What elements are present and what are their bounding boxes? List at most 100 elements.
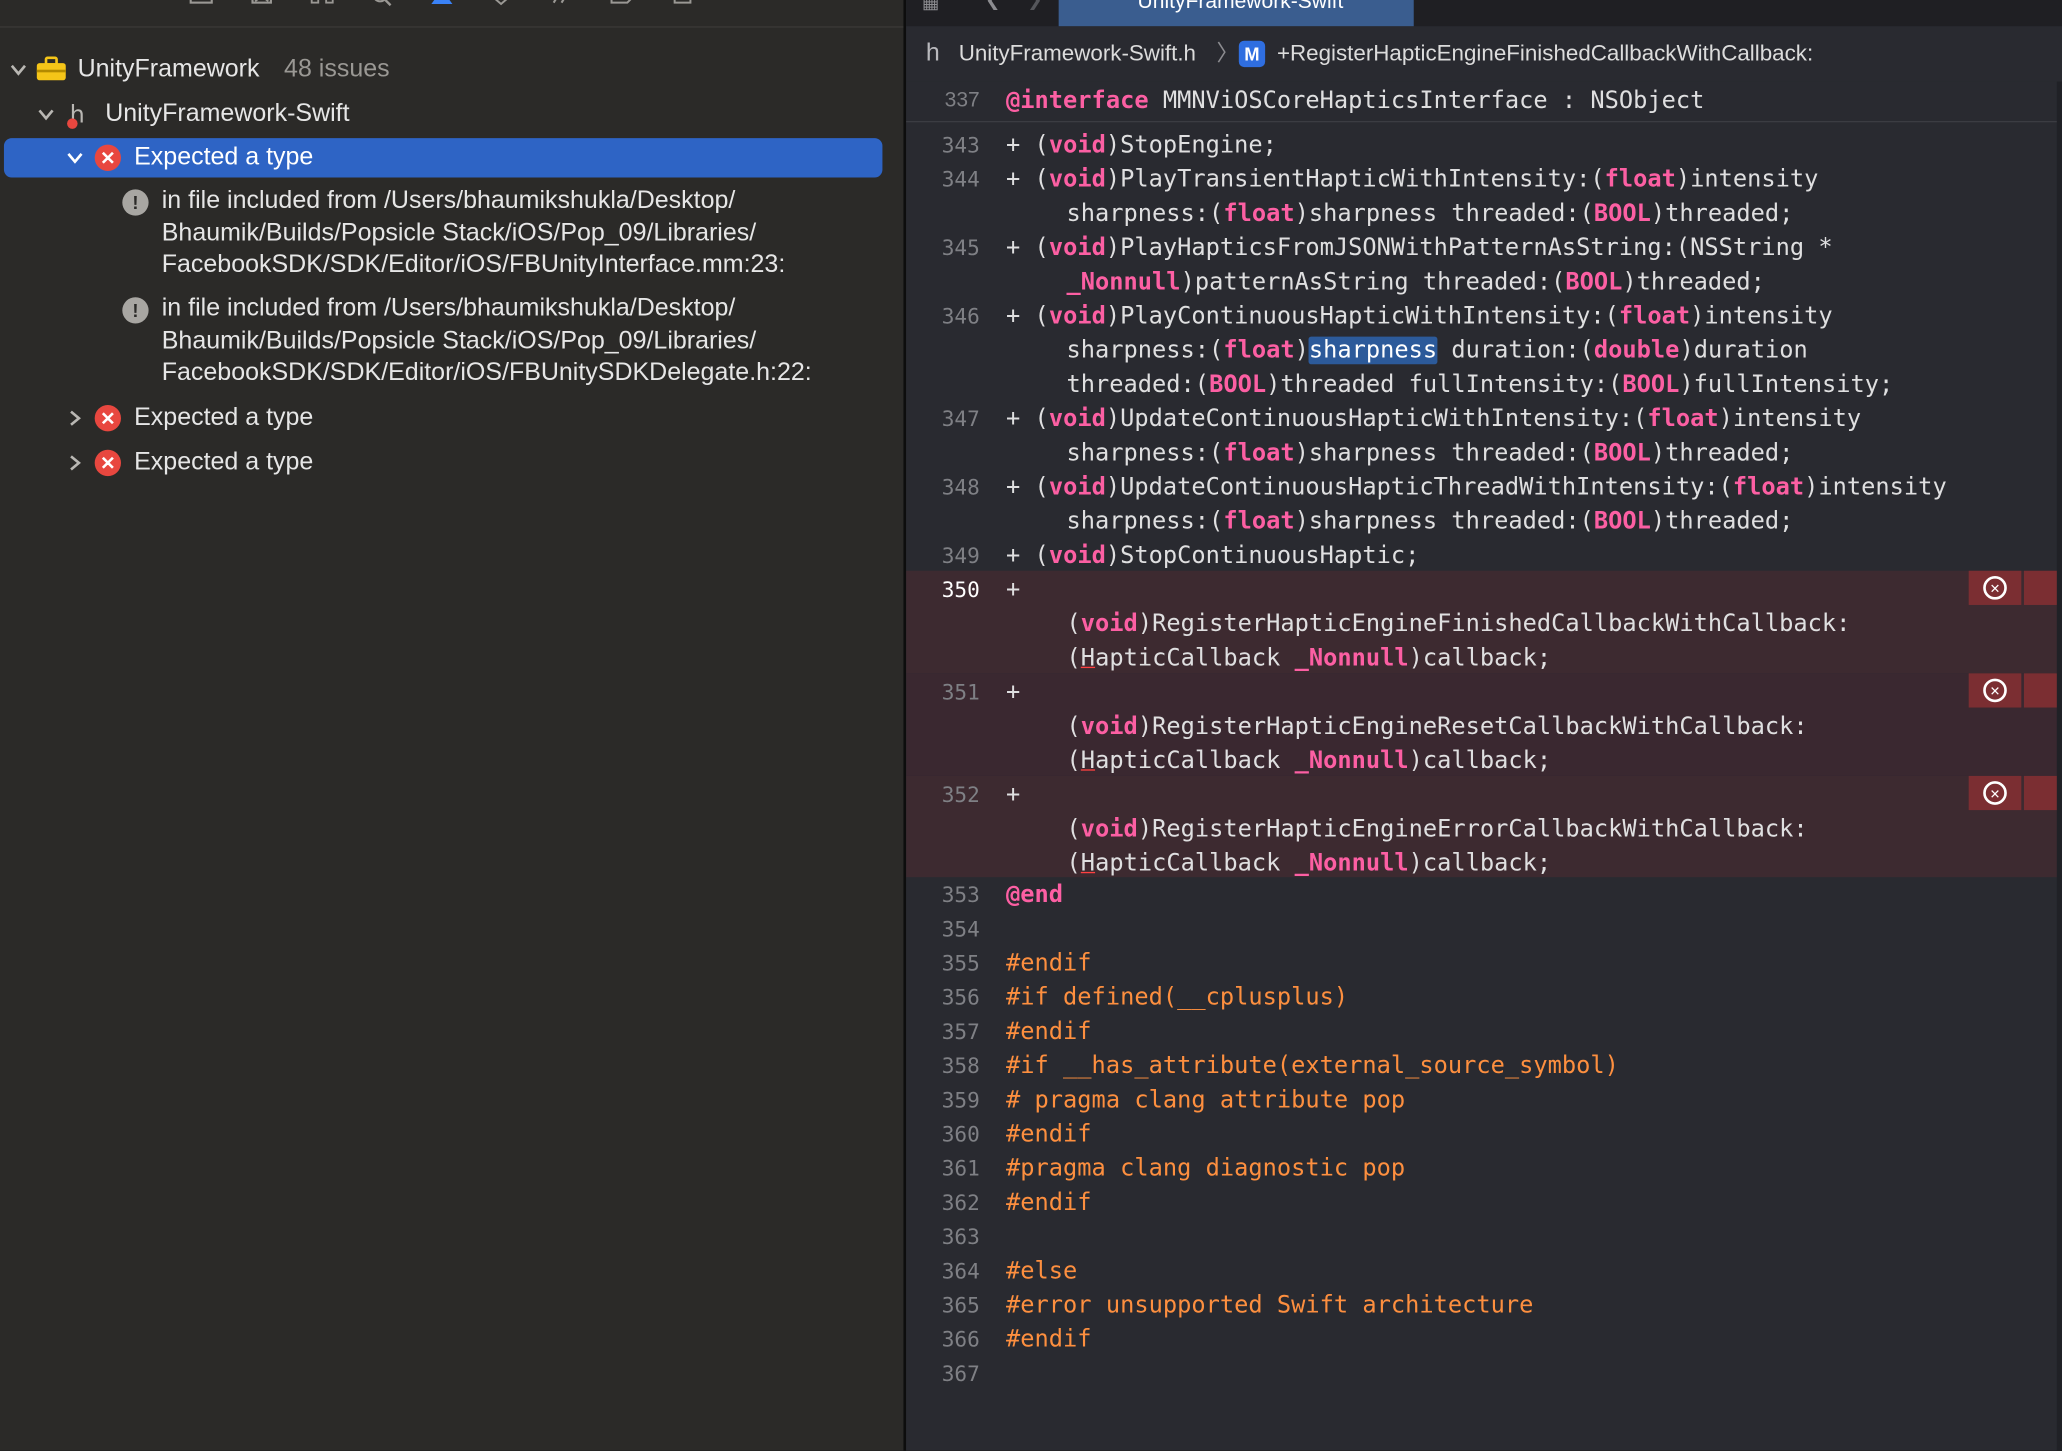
- code-token: float: [1223, 507, 1295, 536]
- editor-tab[interactable]: h UnityFramework-Swift: [1058, 0, 1414, 27]
- chevron-down-icon[interactable]: [37, 105, 55, 123]
- code-token: (: [1066, 712, 1081, 741]
- code-line: (void)RegisterHapticEngineFinishedCallba…: [1067, 608, 1851, 642]
- chevron-down-icon[interactable]: [66, 149, 84, 167]
- note-line: Bhaumik/Builds/Popsicle Stack/iOS/Pop_09…: [161, 218, 757, 247]
- breadcrumb-file[interactable]: UnityFramework-Swift.h: [959, 26, 1196, 81]
- code-line: +: [1006, 676, 1020, 710]
- sticky-scope-header[interactable]: 337 @interface MMNViOSCoreHapticsInterfa…: [906, 81, 2062, 123]
- code-token: float: [1223, 439, 1295, 467]
- breakpoint-navigator-icon[interactable]: [610, 0, 634, 11]
- report-navigator-icon[interactable]: [671, 0, 695, 11]
- code-token: apticCallback: [1095, 644, 1295, 673]
- code-line: #endif: [1006, 1186, 1092, 1220]
- project-row[interactable]: UnityFramework 48 issues: [0, 50, 903, 89]
- code-line: sharpness:(float)sharpness threaded:(BOO…: [1067, 437, 1794, 471]
- file-row[interactable]: h UnityFramework-Swift: [0, 95, 903, 134]
- note-line: FacebookSDK/SDK/Editor/iOS/FBUnityInterf…: [161, 251, 786, 279]
- code-token: #endif: [1006, 1325, 1092, 1354]
- code-token: +: [1006, 781, 1021, 809]
- code-token: (: [1066, 610, 1081, 638]
- source-control-icon[interactable]: [250, 0, 274, 11]
- line-number: 348: [941, 474, 980, 500]
- breadcrumb-symbol[interactable]: +RegisterHapticEngineFinishedCallbackWit…: [1277, 26, 1813, 81]
- grid-icon[interactable]: ▦: [922, 0, 943, 12]
- code-token: )sharpness threaded:(: [1294, 439, 1594, 467]
- code-token: + (: [1006, 131, 1049, 160]
- code-line: + (void)UpdateContinuousHapticThreadWith…: [1006, 471, 1947, 505]
- error-x-icon[interactable]: ✕: [1983, 678, 2007, 703]
- code-line: + (void)StopEngine;: [1006, 129, 1277, 163]
- code-token: threaded:(: [1066, 370, 1210, 399]
- code-token: float: [1223, 199, 1295, 228]
- code-token: void: [1080, 610, 1138, 638]
- line-number: 361: [941, 1155, 980, 1181]
- note-line: Bhaumik/Builds/Popsicle Stack/iOS/Pop_09…: [161, 326, 757, 355]
- code-token: H: [1080, 746, 1096, 775]
- code-line: #if defined(__cplusplus): [1006, 981, 1348, 1015]
- folder-icon[interactable]: [189, 0, 213, 11]
- note-text[interactable]: in file included from /Users/bhaumikshuk…: [162, 185, 885, 282]
- chevron-right-icon[interactable]: [66, 409, 84, 427]
- code-token: apticCallback: [1095, 746, 1295, 775]
- code-token: #endif: [1006, 1188, 1092, 1217]
- code-token: apticCallback: [1095, 849, 1295, 878]
- code-line: + (void)PlayContinuousHapticWithIntensit…: [1006, 300, 1833, 334]
- code-token: )callback;: [1408, 849, 1552, 878]
- code-token: (: [1066, 644, 1081, 673]
- line-number: 359: [941, 1087, 980, 1113]
- forward-arrow-icon[interactable]: ❯: [1027, 0, 1048, 9]
- issue-navigator-icon[interactable]: [430, 0, 454, 11]
- code-line: (HapticCallback _Nonnull)callback;: [1067, 847, 1552, 881]
- code-line: #if __has_attribute(external_source_symb…: [1006, 1049, 1619, 1083]
- code-token: void: [1080, 815, 1138, 843]
- note-icon: !: [122, 189, 149, 216]
- code-token: BOOL: [1593, 507, 1651, 536]
- code-token: void: [1048, 473, 1106, 502]
- project-name: UnityFramework: [77, 55, 260, 83]
- source-editor: ▦ ❮ ❯ h UnityFramework-Swift h UnityFram…: [906, 0, 2062, 1451]
- code-token: )intensity: [1675, 165, 1819, 194]
- code-token: sharpness:(: [1066, 199, 1224, 228]
- code-token: #endif: [1006, 1120, 1092, 1149]
- line-number: 349: [941, 543, 980, 569]
- code-token: #endif: [1006, 949, 1092, 978]
- code-token: )RegisterHapticEngineResetCallbackWithCa…: [1137, 712, 1808, 741]
- chevron-down-icon[interactable]: [9, 60, 27, 78]
- code-token: )intensity: [1718, 405, 1862, 433]
- code-token: _Nonnull: [1294, 644, 1409, 673]
- code-line: #endif: [1006, 1118, 1092, 1152]
- hierarchy-icon[interactable]: [310, 0, 334, 11]
- line-number: 344: [941, 167, 980, 193]
- debug-navigator-icon[interactable]: [550, 0, 574, 11]
- error-x-icon[interactable]: ✕: [1983, 781, 2007, 805]
- error-icon: ✕: [94, 405, 121, 432]
- code-token: #else: [1006, 1257, 1078, 1285]
- issue-row[interactable]: ✕ Expected a type: [0, 443, 903, 482]
- editor-tab-bar: ▦ ❮ ❯ h UnityFramework-Swift: [906, 0, 2062, 27]
- search-icon[interactable]: [371, 0, 395, 11]
- note-text[interactable]: in file included from /Users/bhaumikshuk…: [162, 293, 885, 390]
- code-token: H: [1080, 644, 1096, 673]
- line-number: 362: [941, 1190, 980, 1216]
- code-token: void: [1048, 302, 1106, 331]
- line-number: 367: [941, 1361, 980, 1387]
- code-token: BOOL: [1593, 439, 1651, 467]
- error-x-icon[interactable]: ✕: [1983, 576, 2007, 600]
- error-annotation: [2023, 775, 2059, 811]
- code-token: void: [1048, 405, 1106, 433]
- code-line: @end: [1006, 878, 1063, 912]
- code-token: )StopContinuousHaptic;: [1105, 541, 1420, 570]
- chevron-right-icon[interactable]: [66, 454, 84, 472]
- code-token: sharpness:(: [1066, 507, 1224, 536]
- test-navigator-icon[interactable]: [489, 0, 513, 11]
- editor-scrollbar[interactable]: [2056, 81, 2062, 1451]
- issue-row[interactable]: ✕ Expected a type: [0, 398, 903, 437]
- issue-row[interactable]: ✕ Expected a type: [3, 138, 883, 178]
- code-token: + (: [1006, 541, 1049, 570]
- back-arrow-icon[interactable]: ❮: [985, 0, 1006, 9]
- navigator-toolbar: [0, 0, 904, 28]
- jump-bar[interactable]: h UnityFramework-Swift.h 〉 M +RegisterHa…: [906, 26, 2062, 83]
- code-token: )intensity: [1690, 302, 1833, 331]
- code-token: + (: [1006, 302, 1049, 331]
